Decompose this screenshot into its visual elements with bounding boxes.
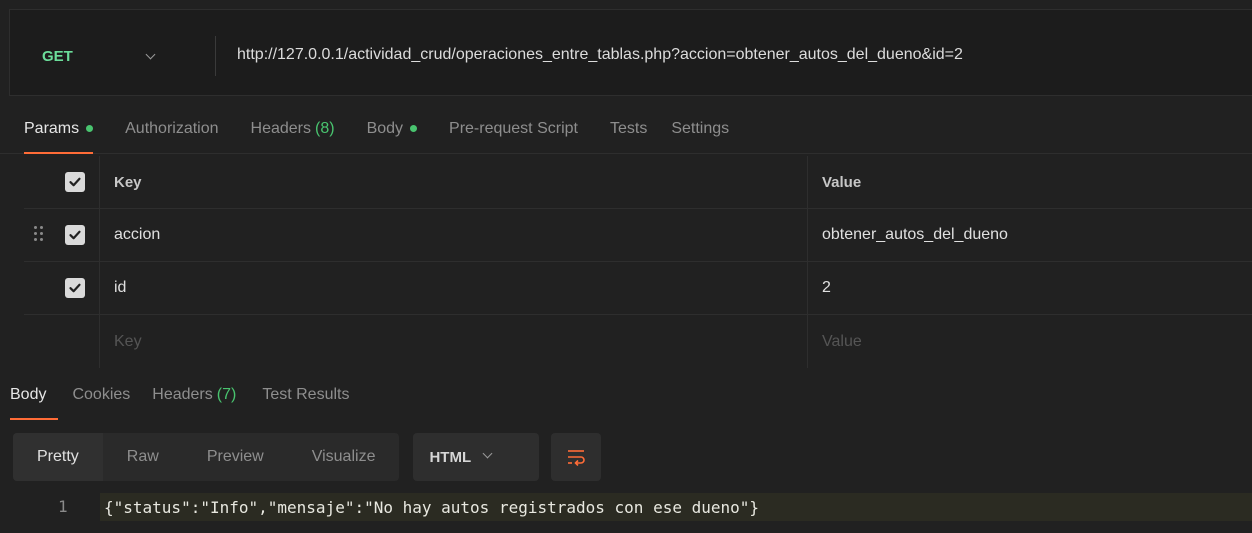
checkbox-checked-icon[interactable] — [65, 172, 85, 192]
table-row: accion obtener_autos_del_dueno — [24, 208, 1252, 262]
word-wrap-button[interactable] — [551, 433, 602, 481]
drag-handle-icon[interactable] — [34, 225, 46, 244]
tab-params-label: Params — [24, 119, 80, 137]
row-check-cell — [24, 261, 100, 315]
param-value[interactable]: obtener_autos_del_dueno — [808, 209, 1252, 262]
tab-settings[interactable]: Settings — [671, 104, 729, 154]
row-check-cell — [24, 315, 100, 368]
method-select[interactable]: GET — [26, 36, 216, 76]
line-number: 1 — [58, 497, 68, 516]
tab-authorization[interactable]: Authorization — [125, 104, 218, 154]
url-input[interactable] — [237, 46, 1237, 64]
table-row: id 2 — [24, 261, 1252, 315]
param-key[interactable]: id — [100, 261, 808, 315]
tab-prerequest-script[interactable]: Pre-request Script — [449, 104, 578, 154]
tab-cookies[interactable]: Cookies — [72, 370, 130, 420]
params-table: Key Value accion obtener_autos_del_dueno… — [24, 155, 1252, 368]
tab-test-results-label: Test Results — [262, 386, 350, 403]
tab-response-body[interactable]: Body — [10, 370, 59, 420]
tab-settings-label: Settings — [671, 119, 730, 137]
method-label: GET — [42, 47, 73, 65]
viewer-toolbar: Pretty Raw Preview Visualize HTML — [13, 433, 602, 481]
response-headers-count: (7) — [216, 386, 237, 403]
tab-headers[interactable]: Headers (8) — [251, 104, 335, 154]
status-dot — [410, 125, 418, 132]
headers-count: (8) — [315, 119, 335, 137]
tab-response-headers[interactable]: Headers (7) — [152, 370, 236, 420]
request-tabs: Params Authorization Headers (8) Body Pr… — [0, 104, 1252, 154]
param-key[interactable]: accion — [100, 208, 808, 262]
row-check-cell — [24, 208, 100, 262]
tab-authorization-label: Authorization — [125, 119, 219, 137]
tab-tests-label: Tests — [609, 119, 648, 137]
tab-headers-label: Headers — [250, 119, 311, 137]
table-row-empty: Key Value — [24, 315, 1252, 368]
checkbox-checked-icon[interactable] — [65, 225, 85, 245]
tab-cookies-label: Cookies — [72, 386, 131, 403]
tab-body-label: Body — [366, 119, 404, 137]
response-tabs: Body Cookies Headers (7) Test Results — [0, 370, 1252, 420]
request-bar: GET — [9, 9, 1252, 96]
code-line: {"status":"Info","mensaje":"No hay autos… — [100, 493, 1252, 521]
tab-prerequest-label: Pre-request Script — [449, 119, 578, 137]
mode-raw[interactable]: Raw — [103, 433, 183, 481]
format-label: HTML — [429, 448, 472, 466]
response-body-viewer[interactable]: 1 {"status":"Info","mensaje":"No hay aut… — [0, 490, 1252, 533]
params-header-row: Key Value — [24, 155, 1252, 209]
column-header-value: Value — [822, 173, 862, 191]
column-header-key: Key — [100, 155, 808, 209]
tab-body[interactable]: Body — [366, 104, 418, 154]
mode-preview[interactable]: Preview — [183, 433, 288, 481]
param-value[interactable]: 2 — [808, 262, 1252, 315]
new-value-input[interactable]: Value — [808, 315, 1252, 368]
tab-response-headers-label: Headers — [152, 386, 213, 403]
status-dot — [86, 125, 94, 132]
chevron-down-icon — [146, 51, 156, 61]
format-select[interactable]: HTML — [413, 433, 540, 481]
tab-response-body-label: Body — [10, 386, 47, 403]
tab-test-results[interactable]: Test Results — [262, 370, 349, 420]
chevron-down-icon — [483, 450, 493, 460]
new-key-input[interactable]: Key — [100, 315, 808, 368]
tab-tests[interactable]: Tests — [610, 104, 647, 154]
tab-params[interactable]: Params — [24, 104, 94, 154]
select-all-cell — [24, 155, 100, 209]
mode-visualize[interactable]: Visualize — [288, 433, 400, 481]
word-wrap-icon — [568, 450, 586, 466]
mode-pretty[interactable]: Pretty — [13, 433, 103, 481]
view-mode-group: Pretty Raw Preview Visualize — [13, 433, 400, 481]
checkbox-checked-icon[interactable] — [65, 278, 85, 298]
